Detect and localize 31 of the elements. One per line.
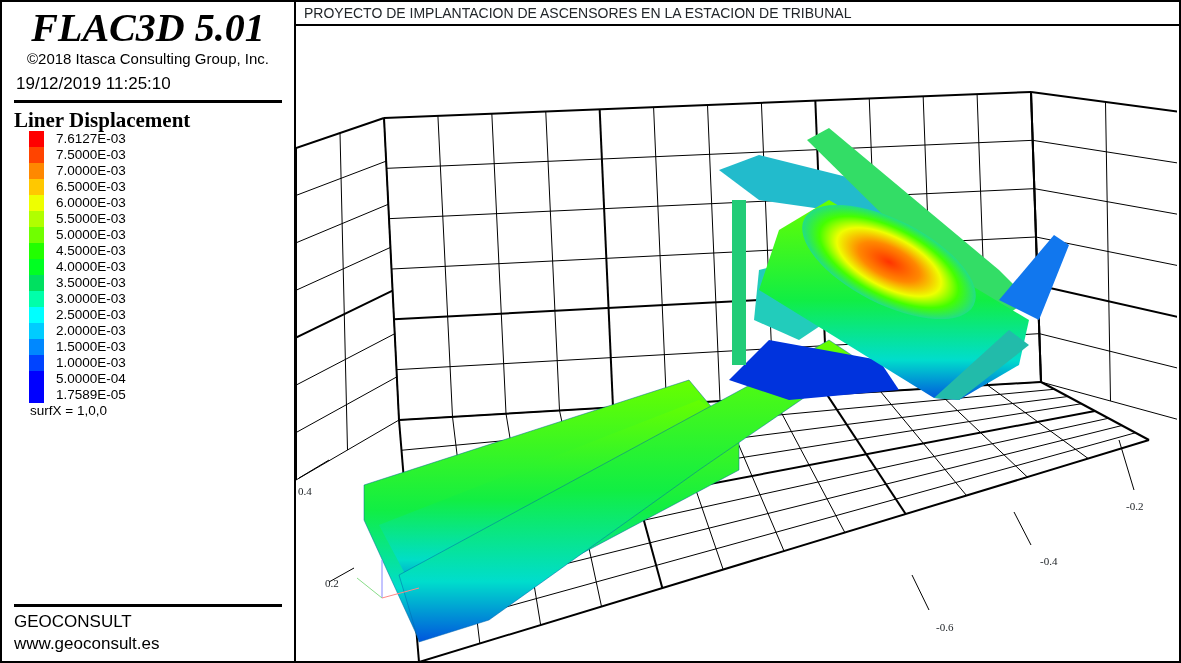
timestamp: 19/12/2019 11:25:10 [15,74,172,94]
legend-label: 7.5000E-03 [56,147,126,163]
legend-label: 4.0000E-03 [56,259,126,275]
xyz-axes-icon [356,559,420,599]
legend-label: 2.5000E-03 [56,307,126,323]
legend-label: 5.5000E-03 [56,211,126,227]
legend-label: 3.0000E-03 [56,291,126,307]
company-name: GEOCONSULT [14,611,133,633]
copyright-text: ©2018 Itasca Consulting Group, Inc. [26,50,270,68]
legend-label: 2.0000E-03 [56,323,126,339]
axis-tick-label: -0.2 [1126,500,1144,512]
legend-label: 1.0000E-03 [56,355,126,371]
legend-label: 5.0000E-03 [56,227,126,243]
legend-title: Liner Displacement [14,109,192,131]
website-text: www.geoconsult.es [14,633,161,655]
legend-label: 6.0000E-03 [56,195,126,211]
legend-label: 6.5000E-03 [56,179,126,195]
axis-tick-label: 0.4 [298,485,312,497]
axis-tick-label: -0.4 [1040,555,1058,567]
legend-label: 7.0000E-03 [56,163,126,179]
legend-label: 1.5000E-03 [56,339,126,355]
plot-title: PROYECTO DE IMPLANTACION DE ASCENSORES EN LA ESTACION DE TRIBUNAL [304,5,852,21]
axis-tick-label: 0.2 [325,577,339,589]
axis-tick-label: -0.6 [936,621,954,633]
legend-note: surfX = 1,0,0 [29,403,108,419]
legend-label: 7.6127E-03 [56,131,126,147]
legend-label: 3.5000E-03 [56,275,126,291]
app-title: FLAC3D 5.01 [30,6,266,50]
legend-label: 4.5000E-03 [56,243,126,259]
legend-label: 5.0000E-04 [56,371,126,387]
legend-label: 1.7589E-05 [56,387,126,403]
